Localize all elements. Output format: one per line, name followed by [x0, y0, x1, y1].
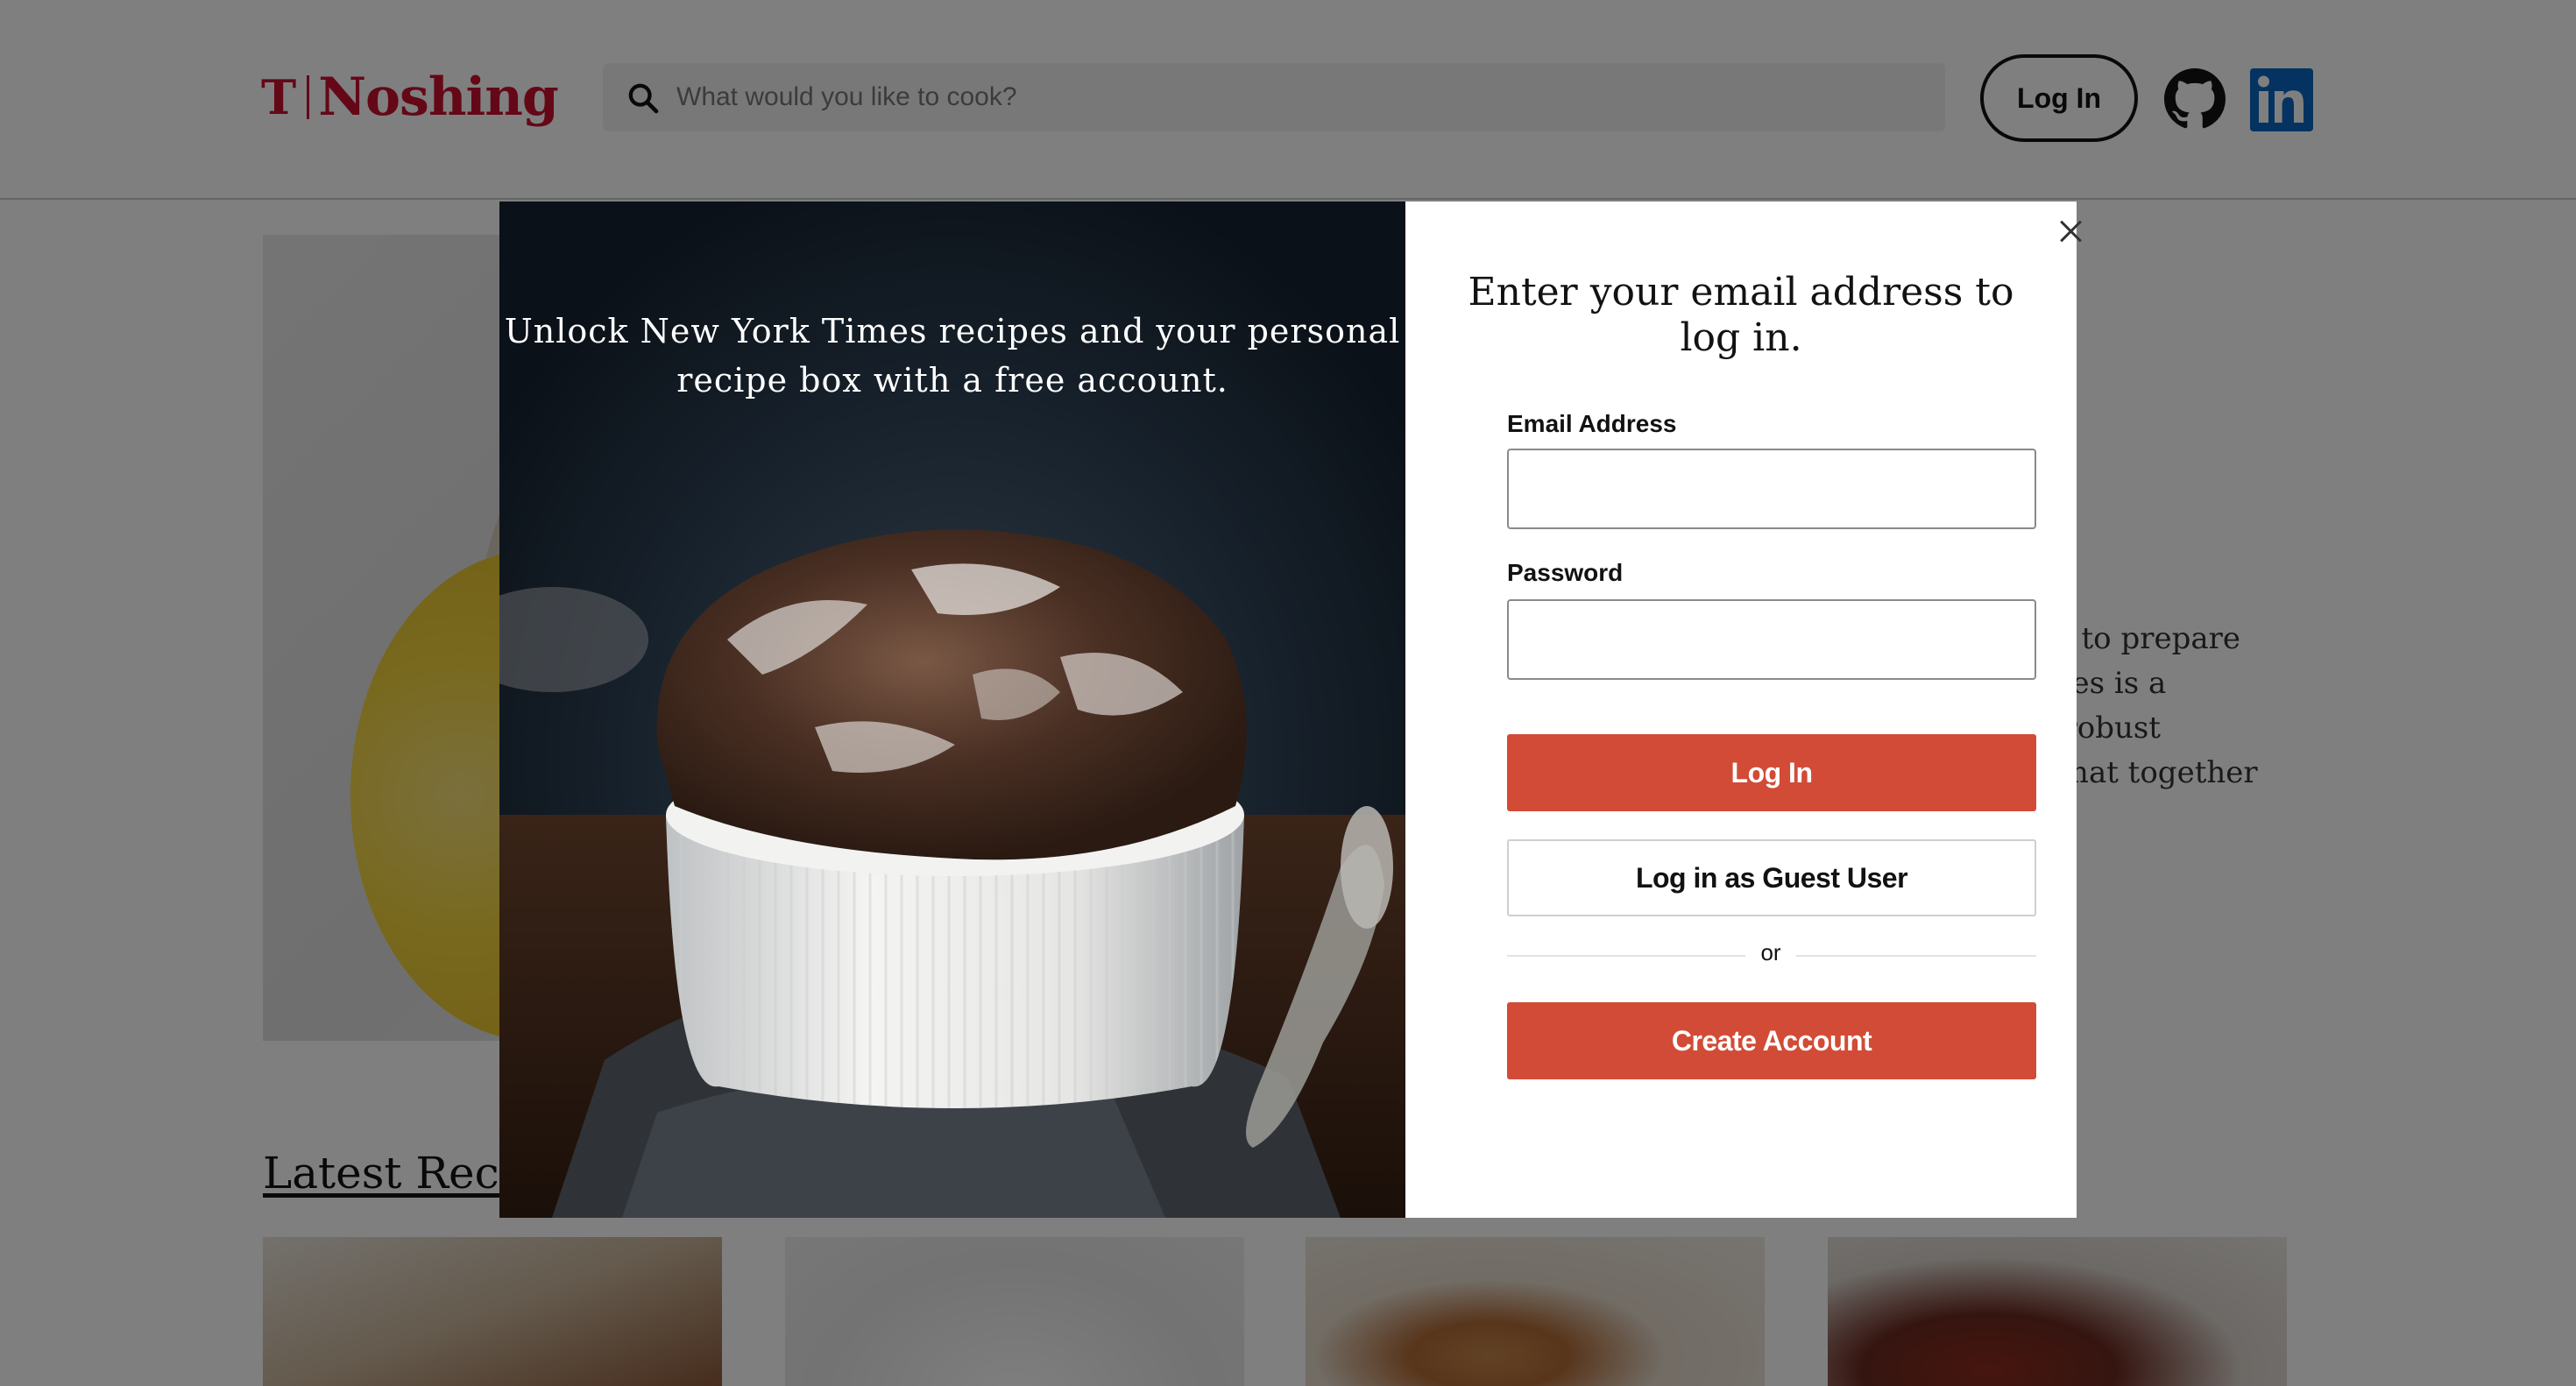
email-field[interactable]	[1507, 449, 2036, 529]
modal-form-panel: Enter your email address to log in. Emai…	[1405, 202, 2077, 1218]
password-field[interactable]	[1507, 599, 2036, 680]
login-button[interactable]: Log In	[1507, 734, 2036, 811]
modal-heading: Enter your email address to log in.	[1468, 270, 2014, 360]
promo-text: Unlock New York Times recipes and your p…	[504, 312, 1401, 400]
guest-login-button[interactable]: Log in as Guest User	[1507, 839, 2036, 916]
password-label: Password	[1507, 559, 1624, 586]
divider-left	[1507, 955, 1745, 957]
email-label: Email Address	[1507, 410, 1677, 437]
create-account-button[interactable]: Create Account	[1507, 1002, 2036, 1079]
modal-promo-panel: Unlock New York Times recipes and your p…	[499, 202, 1405, 1218]
close-icon[interactable]	[2054, 214, 2089, 249]
login-modal: Unlock New York Times recipes and your p…	[499, 202, 2077, 1218]
or-separator: or	[1760, 939, 1781, 965]
divider-right	[1796, 955, 2036, 957]
